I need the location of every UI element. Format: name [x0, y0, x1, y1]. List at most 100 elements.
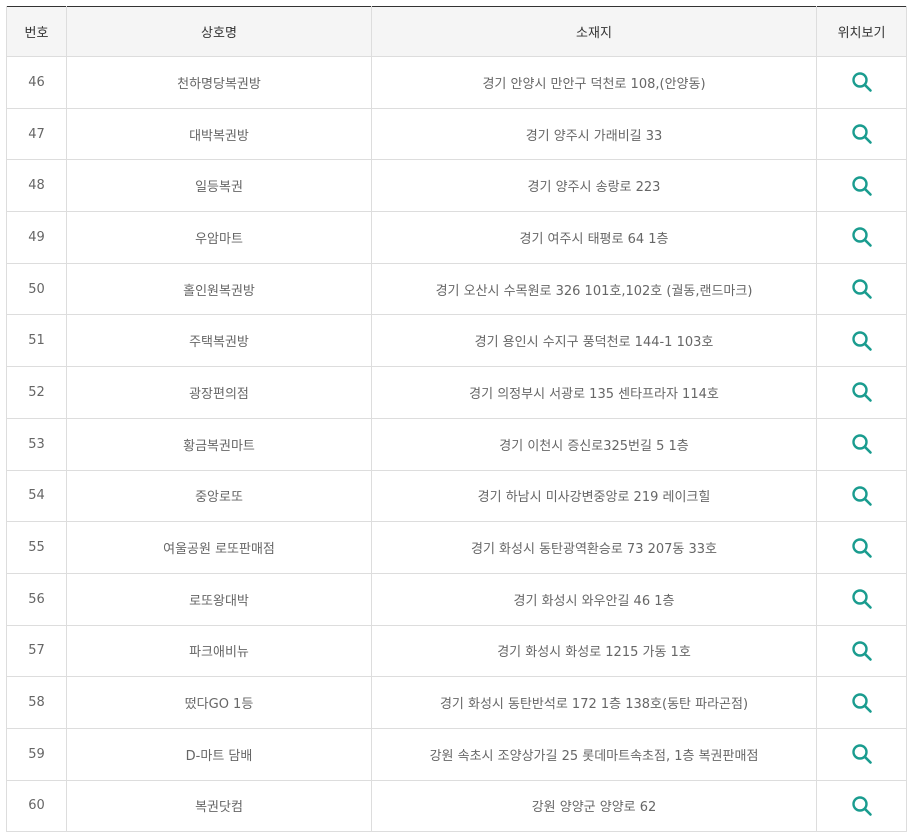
row-num: 50 [6, 263, 67, 316]
row-location-cell [816, 625, 907, 678]
row-location-cell [816, 728, 907, 781]
row-num: 58 [6, 676, 67, 729]
view-location-button[interactable] [850, 70, 874, 94]
row-location-cell [816, 263, 907, 316]
view-location-button[interactable] [850, 587, 874, 611]
row-address: 강원 속초시 조양상가길 25 롯데마트속초점, 1층 복권판매점 [371, 728, 817, 781]
table-row: 48 일등복권 경기 양주시 송랑로 223 [6, 159, 907, 213]
search-icon [851, 537, 872, 558]
search-icon [851, 692, 872, 713]
table-row: 51 주택복권방 경기 용인시 수지구 풍덕천로 144-1 103호 [6, 314, 907, 368]
row-address: 경기 화성시 와우안길 46 1층 [371, 573, 817, 626]
row-address: 경기 화성시 동탄광역환승로 73 207동 33호 [371, 521, 817, 574]
view-location-button[interactable] [850, 329, 874, 353]
view-location-button[interactable] [850, 639, 874, 663]
table-row: 46 천하명당복권방 경기 안양시 만안구 덕천로 108,(안양동) [6, 56, 907, 109]
row-num: 47 [6, 108, 67, 161]
view-location-button[interactable] [850, 691, 874, 715]
row-num: 51 [6, 314, 67, 368]
row-address: 경기 오산시 수목원로 326 101호,102호 (궐동,랜드마크) [371, 263, 817, 316]
row-store-name: 광장편의점 [66, 366, 372, 419]
search-icon [851, 744, 872, 765]
search-icon [851, 124, 872, 144]
row-location-cell [816, 521, 907, 574]
row-location-cell [816, 676, 907, 729]
view-location-button[interactable] [850, 225, 874, 249]
row-store-name: 중앙로또 [66, 470, 372, 523]
row-num: 48 [6, 159, 67, 213]
row-num: 49 [6, 211, 67, 264]
row-address: 경기 양주시 송랑로 223 [371, 159, 817, 213]
table-header-row: 번호 상호명 소재지 위치보기 [6, 6, 907, 57]
row-store-name: 복권닷컴 [66, 780, 372, 833]
row-num: 57 [6, 625, 67, 678]
search-icon [851, 279, 872, 299]
table-body: 46 천하명당복권방 경기 안양시 만안구 덕천로 108,(안양동) 47 대… [6, 56, 907, 833]
row-store-name: 주택복권방 [66, 314, 372, 368]
row-store-name: 홀인원복권방 [66, 263, 372, 316]
search-icon [851, 796, 872, 816]
row-location-cell [816, 470, 907, 523]
table-row: 50 홀인원복권방 경기 오산시 수목원로 326 101호,102호 (궐동,… [6, 263, 907, 316]
row-address: 경기 화성시 동탄반석로 172 1층 138호(동탄 파라곤점) [371, 676, 817, 729]
row-address: 경기 안양시 만안구 덕천로 108,(안양동) [371, 56, 817, 109]
row-address: 경기 하남시 미사강변중앙로 219 레이크힐 [371, 470, 817, 523]
table-row: 60 복권닷컴 강원 양양군 양양로 62 [6, 780, 907, 833]
search-icon [851, 331, 872, 351]
row-address: 경기 여주시 태평로 64 1층 [371, 211, 817, 264]
table-row: 49 우암마트 경기 여주시 태평로 64 1층 [6, 211, 907, 264]
row-num: 53 [6, 418, 67, 471]
row-address: 경기 이천시 증신로325번길 5 1층 [371, 418, 817, 471]
row-num: 54 [6, 470, 67, 523]
search-icon [851, 486, 872, 506]
table-header: 번호 상호명 소재지 위치보기 [6, 6, 907, 57]
table-row: 54 중앙로또 경기 하남시 미사강변중앙로 219 레이크힐 [6, 470, 907, 523]
row-address: 경기 양주시 가래비길 33 [371, 108, 817, 161]
table-row: 56 로또왕대박 경기 화성시 와우안길 46 1층 [6, 573, 907, 626]
row-num: 60 [6, 780, 67, 833]
header-name: 상호명 [66, 6, 372, 57]
view-location-button[interactable] [850, 484, 874, 508]
row-store-name: 천하명당복권방 [66, 56, 372, 109]
row-num: 52 [6, 366, 67, 419]
row-store-name: 떴다GO 1등 [66, 676, 372, 729]
table-row: 55 여울공원 로또판매점 경기 화성시 동탄광역환승로 73 207동 33호 [6, 521, 907, 574]
header-num: 번호 [6, 6, 67, 57]
row-store-name: 황금복권마트 [66, 418, 372, 471]
view-location-button[interactable] [850, 742, 874, 766]
view-location-button[interactable] [850, 380, 874, 404]
view-location-button[interactable] [850, 174, 874, 198]
row-location-cell [816, 366, 907, 419]
table-row: 59 D-마트 담배 강원 속초시 조양상가길 25 롯데마트속초점, 1층 복… [6, 728, 907, 781]
table-row: 57 파크애비뉴 경기 화성시 화성로 1215 가동 1호 [6, 625, 907, 678]
row-store-name: D-마트 담배 [66, 728, 372, 781]
row-location-cell [816, 211, 907, 264]
view-location-button[interactable] [850, 536, 874, 560]
search-icon [851, 176, 872, 196]
row-store-name: 우암마트 [66, 211, 372, 264]
table-row: 53 황금복권마트 경기 이천시 증신로325번길 5 1층 [6, 418, 907, 471]
row-location-cell [816, 573, 907, 626]
view-location-button[interactable] [850, 277, 874, 301]
row-address: 경기 화성시 화성로 1215 가동 1호 [371, 625, 817, 678]
header-address: 소재지 [371, 6, 817, 57]
view-location-button[interactable] [850, 122, 874, 146]
store-list-table: 번호 상호명 소재지 위치보기 46 천하명당복권방 경기 안양시 만안구 덕천… [6, 6, 907, 833]
row-address: 강원 양양군 양양로 62 [371, 780, 817, 833]
row-address: 경기 용인시 수지구 풍덕천로 144-1 103호 [371, 314, 817, 368]
view-location-button[interactable] [850, 794, 874, 818]
store-list-table-wrap: 번호 상호명 소재지 위치보기 46 천하명당복권방 경기 안양시 만안구 덕천… [6, 6, 907, 833]
row-num: 55 [6, 521, 67, 574]
row-store-name: 대박복권방 [66, 108, 372, 161]
search-icon [851, 382, 872, 403]
row-location-cell [816, 159, 907, 213]
view-location-button[interactable] [850, 432, 874, 456]
row-location-cell [816, 56, 907, 109]
search-icon [851, 589, 872, 610]
row-store-name: 로또왕대박 [66, 573, 372, 626]
search-icon [851, 72, 872, 93]
search-icon [851, 434, 872, 454]
search-icon [851, 227, 872, 248]
row-num: 46 [6, 56, 67, 109]
row-location-cell [816, 108, 907, 161]
